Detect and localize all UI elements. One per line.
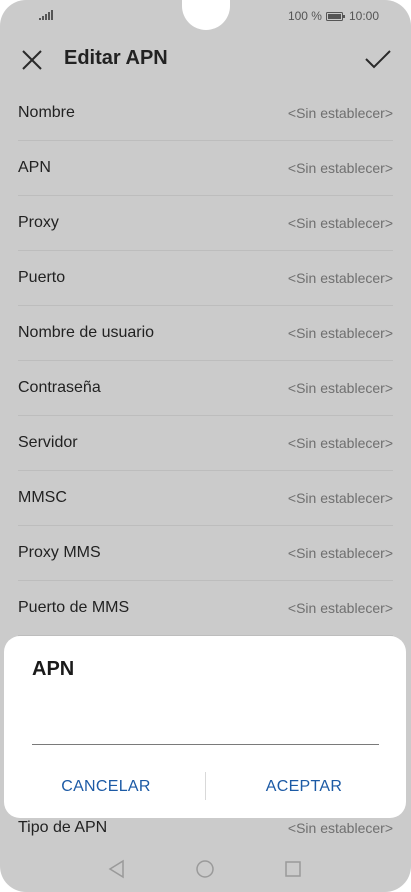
list-item-apn[interactable]: APN <Sin establecer> <box>18 141 393 196</box>
list-item-servidor[interactable]: Servidor <Sin establecer> <box>18 416 393 471</box>
list-item-value: <Sin establecer> <box>287 820 393 836</box>
apn-input-dialog: APN CANCELAR ACEPTAR <box>4 636 406 818</box>
list-item-value: <Sin establecer> <box>287 160 393 176</box>
navigation-bar <box>0 848 411 892</box>
list-item-puerto-de-mms[interactable]: Puerto de MMS <Sin establecer> <box>18 581 393 636</box>
page-title: Editar APN <box>64 47 168 69</box>
list-item-value: <Sin establecer> <box>287 545 393 561</box>
list-item-value: <Sin establecer> <box>287 325 393 341</box>
list-item-label: Puerto <box>18 269 66 286</box>
list-item-label: Proxy MMS <box>18 544 101 561</box>
check-icon[interactable] <box>363 45 393 73</box>
status-bar: 100 % 10:00 <box>0 0 411 32</box>
list-item-mmsc[interactable]: MMSC <Sin establecer> <box>18 471 393 526</box>
list-item-proxy[interactable]: Proxy <Sin establecer> <box>18 196 393 251</box>
dialog-actions: CANCELAR ACEPTAR <box>4 770 406 804</box>
status-right: 100 % 10:00 <box>288 9 379 23</box>
dialog-title: APN <box>32 658 75 680</box>
list-item-label: APN <box>18 159 51 176</box>
list-item-label: Nombre <box>18 104 75 121</box>
app-bar: Editar APN <box>0 32 411 86</box>
list-item-value: <Sin establecer> <box>287 435 393 451</box>
list-item-value: <Sin establecer> <box>287 600 393 616</box>
cancel-button[interactable]: CANCELAR <box>6 770 206 804</box>
recent-apps-icon[interactable] <box>282 858 304 880</box>
apn-settings-list: Nombre <Sin establecer> APN <Sin estable… <box>0 86 411 636</box>
list-item-label: Puerto de MMS <box>18 599 130 616</box>
battery-icon <box>325 11 345 21</box>
list-item-proxy-mms[interactable]: Proxy MMS <Sin establecer> <box>18 526 393 581</box>
list-item-label: Nombre de usuario <box>18 324 155 341</box>
list-item-value: <Sin establecer> <box>287 380 393 396</box>
list-item-label: Proxy <box>18 214 59 231</box>
apn-input[interactable] <box>32 706 379 745</box>
list-item-puerto[interactable]: Puerto <Sin establecer> <box>18 251 393 306</box>
close-icon[interactable] <box>18 46 46 74</box>
clock: 10:00 <box>348 9 379 23</box>
list-item-label: Servidor <box>18 434 78 451</box>
signal-icon <box>39 10 53 20</box>
home-icon[interactable] <box>194 858 216 880</box>
screen: 100 % 10:00 Editar APN Nombre <Sin estab… <box>0 0 411 892</box>
accept-button[interactable]: ACEPTAR <box>204 770 404 804</box>
list-item-nombre[interactable]: Nombre <Sin establecer> <box>18 86 393 141</box>
list-item-contrasena[interactable]: Contraseña <Sin establecer> <box>18 361 393 416</box>
list-item-label: Tipo de APN <box>18 819 108 836</box>
list-item-value: <Sin establecer> <box>287 270 393 286</box>
list-item-nombre-de-usuario[interactable]: Nombre de usuario <Sin establecer> <box>18 306 393 361</box>
back-icon[interactable] <box>106 858 128 880</box>
battery-percent: 100 % <box>287 9 322 23</box>
list-item-value: <Sin establecer> <box>287 490 393 506</box>
list-item-value: <Sin establecer> <box>287 105 393 121</box>
list-item-label: MMSC <box>18 489 67 506</box>
list-item-label: Contraseña <box>18 379 101 396</box>
list-item-value: <Sin establecer> <box>287 215 393 231</box>
